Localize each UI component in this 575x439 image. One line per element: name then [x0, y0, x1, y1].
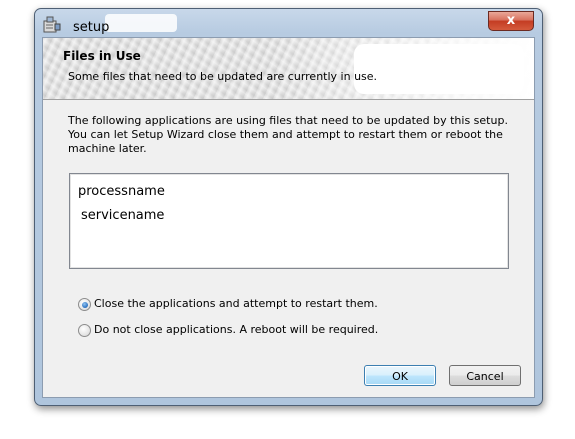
banner-logo-area: [354, 44, 524, 94]
option-label[interactable]: Close the applications and attempt to re…: [94, 297, 378, 310]
setup-dialog: setup x Files in Use Some files that nee…: [34, 8, 543, 406]
description-text: The following applications are using fil…: [68, 114, 508, 155]
list-item[interactable]: servicename: [81, 208, 164, 223]
applications-listbox[interactable]: processname servicename: [69, 173, 509, 269]
radio-button[interactable]: [78, 298, 91, 311]
title-highlight: [105, 14, 177, 32]
title-bar[interactable]: setup x: [35, 9, 542, 39]
ok-button[interactable]: OK: [364, 365, 436, 386]
banner-title: Files in Use: [63, 49, 141, 63]
banner-subtitle: Some files that need to be updated are c…: [68, 70, 378, 83]
option-label[interactable]: Do not close applications. A reboot will…: [94, 323, 378, 336]
header-banner: Files in Use Some files that need to be …: [43, 38, 534, 100]
close-button[interactable]: x: [488, 11, 534, 31]
close-icon: x: [506, 13, 516, 28]
list-item[interactable]: processname: [78, 184, 165, 199]
radio-button[interactable]: [78, 324, 91, 337]
dialog-body: Files in Use Some files that need to be …: [42, 37, 535, 398]
cancel-button[interactable]: Cancel: [449, 365, 521, 386]
installer-icon: [43, 16, 61, 33]
window-title: setup: [73, 20, 110, 35]
